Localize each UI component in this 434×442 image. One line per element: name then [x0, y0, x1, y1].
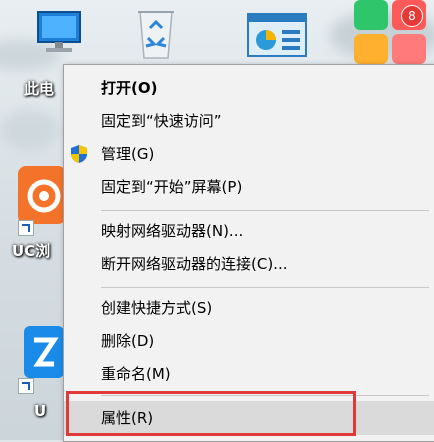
menu-separator [101, 287, 429, 288]
recycle-bin-icon[interactable] [134, 4, 178, 60]
menu-item-rename[interactable]: 重命名(M) [64, 359, 434, 389]
menu-item-label: 断开网络驱动器的连接(C)... [101, 255, 288, 273]
shortcut-arrow-icon [18, 220, 34, 236]
menu-item-pin-start[interactable]: 固定到“开始”屏幕(P) [64, 172, 434, 202]
menu-item-label: 映射网络驱动器(N)... [101, 222, 244, 240]
uc-label: UC浏 [12, 242, 51, 260]
menu-item-open[interactable]: 打开(O) [64, 73, 434, 103]
annotation-highlight-box [66, 391, 356, 436]
menu-separator [101, 210, 429, 211]
partial-label: U [34, 402, 47, 420]
menu-item-label: 管理(G) [101, 145, 155, 163]
this-pc-icon[interactable] [30, 8, 88, 58]
uc-browser-icon[interactable] [18, 166, 66, 224]
this-pc-label: 此电 [24, 80, 55, 98]
notification-badge: 8 [401, 5, 423, 27]
menu-item-label: 固定到“开始”屏幕(P) [101, 178, 243, 196]
uac-shield-icon [69, 144, 89, 164]
menu-item-delete[interactable]: 删除(D) [64, 326, 434, 356]
menu-item-manage[interactable]: 管理(G) [64, 139, 434, 169]
menu-item-label: 打开(O) [101, 79, 158, 97]
menu-item-label: 固定到“快速访问” [101, 112, 222, 130]
blue-app-icon[interactable] [24, 326, 64, 378]
menu-item-map-network-drive[interactable]: 映射网络驱动器(N)... [64, 216, 434, 246]
menu-item-label: 重命名(M) [101, 365, 171, 383]
context-menu: 打开(O) 固定到“快速访问” 管理(G) 固定到“开始”屏幕(P) 映射网络驱… [63, 64, 434, 442]
menu-item-pin-quick-access[interactable]: 固定到“快速访问” [64, 106, 434, 136]
menu-item-disconnect-network-drive[interactable]: 断开网络驱动器的连接(C)... [64, 249, 434, 279]
menu-item-label: 删除(D) [101, 332, 155, 350]
menu-item-label: 创建快捷方式(S) [101, 299, 213, 317]
menu-item-create-shortcut[interactable]: 创建快捷方式(S) [64, 293, 434, 323]
control-panel-icon[interactable] [246, 12, 308, 62]
shortcut-arrow-icon [18, 378, 34, 394]
